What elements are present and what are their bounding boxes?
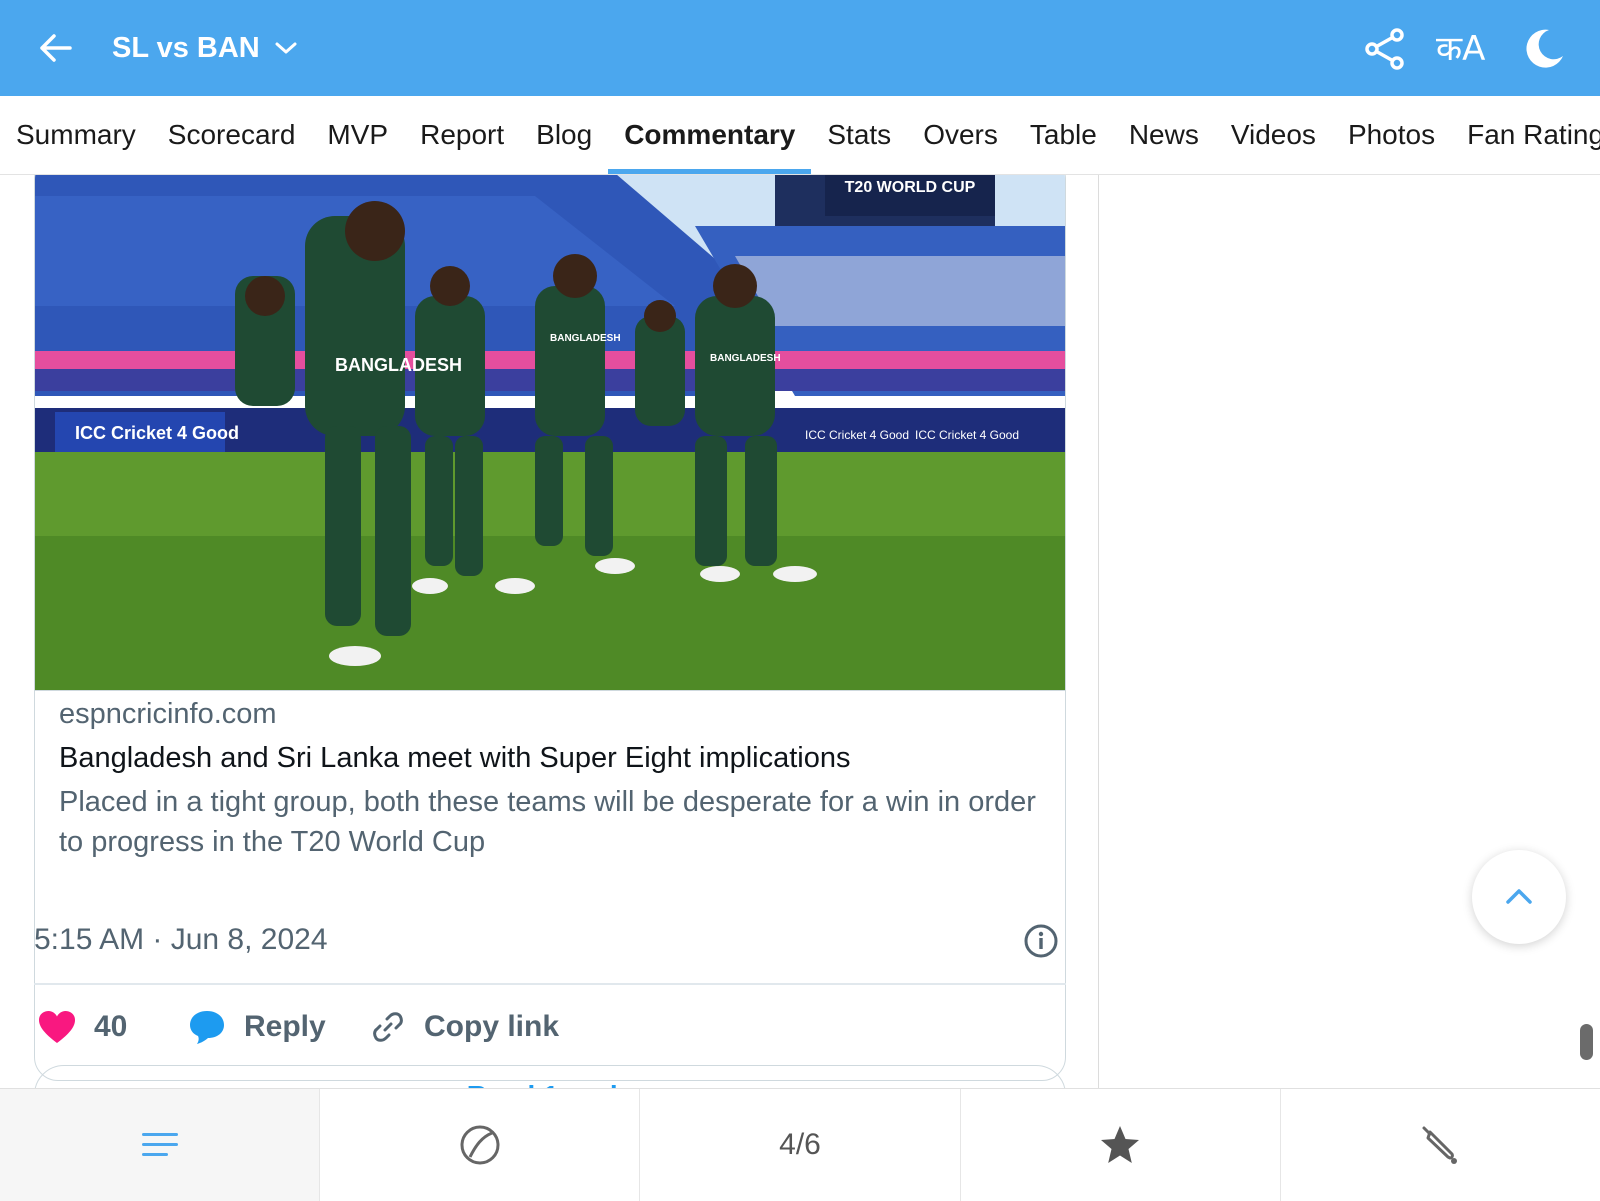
tab-row: Summary Scorecard MVP Report Blog Commen… bbox=[0, 96, 1600, 174]
like-count: 40 bbox=[94, 1010, 128, 1043]
dark-mode-moon-icon[interactable] bbox=[1520, 26, 1566, 72]
match-selector[interactable]: SL vs BAN bbox=[112, 28, 298, 68]
photo-board-text-3: ICC Cricket 4 Good bbox=[915, 428, 1019, 442]
back-arrow-icon[interactable] bbox=[36, 28, 76, 68]
scrollbar-thumb[interactable] bbox=[1580, 1024, 1593, 1060]
photo-screen-text: T20 WORLD CUP bbox=[845, 179, 976, 196]
link-description: Placed in a tight group, both these team… bbox=[59, 786, 1036, 858]
tab-blog[interactable]: Blog bbox=[520, 96, 608, 174]
photo-board-text-1: ICC Cricket 4 Good bbox=[75, 423, 239, 443]
star-icon bbox=[1101, 1126, 1140, 1163]
info-icon[interactable] bbox=[1023, 923, 1059, 959]
tab-fan-ratings[interactable]: Fan Ratings bbox=[1451, 96, 1600, 174]
tab-table[interactable]: Table bbox=[1014, 96, 1113, 174]
tab-commentary[interactable]: Commentary bbox=[608, 96, 812, 174]
heart-icon bbox=[39, 1011, 75, 1043]
bottom-nav-commentary[interactable] bbox=[0, 1089, 321, 1201]
tab-news[interactable]: News bbox=[1113, 96, 1215, 174]
jersey-text-2: BANGLADESH bbox=[550, 333, 621, 344]
reply-bubble-icon bbox=[190, 1011, 224, 1044]
divider bbox=[34, 983, 1066, 985]
chevron-up-icon bbox=[1506, 889, 1532, 904]
like-button[interactable]: 40 bbox=[38, 1005, 127, 1049]
scroll-to-top-button[interactable] bbox=[1472, 850, 1566, 944]
tab-summary[interactable]: Summary bbox=[0, 96, 152, 174]
photo-board-text-2: ICC Cricket 4 Good bbox=[805, 428, 909, 442]
link-title[interactable]: Bangladesh and Sri Lanka meet with Super… bbox=[59, 742, 851, 775]
share-icon[interactable] bbox=[1362, 26, 1408, 72]
bottom-nav-batting[interactable] bbox=[1281, 1089, 1600, 1201]
tweet-timestamp[interactable]: 5:15 AM · Jun 8, 2024 bbox=[34, 923, 328, 957]
reply-button[interactable]: Reply bbox=[188, 1005, 326, 1049]
cricket-bat-icon bbox=[1422, 1126, 1458, 1164]
tab-stats[interactable]: Stats bbox=[811, 96, 907, 174]
match-tabs: Summary Scorecard MVP Report Blog Commen… bbox=[0, 96, 1600, 175]
match-title: SL vs BAN bbox=[112, 31, 260, 64]
bottom-nav-pages[interactable]: 4/6 bbox=[640, 1089, 961, 1201]
bottom-nav-favourites[interactable] bbox=[961, 1089, 1281, 1201]
reply-label: Reply bbox=[244, 1010, 326, 1043]
link-domain: espncricinfo.com bbox=[59, 698, 277, 730]
language-icon[interactable]: कA bbox=[1436, 26, 1492, 72]
commentary-feed: T20 WORLD CUP ICC Cricket 4 Good ICC Cri… bbox=[0, 175, 1099, 1088]
copy-link-button[interactable]: Copy link bbox=[370, 1005, 559, 1049]
page-indicator: 4/6 bbox=[779, 1128, 821, 1161]
chevron-down-icon bbox=[275, 42, 297, 54]
jersey-text-3: BANGLADESH bbox=[710, 353, 781, 364]
bangladesh-team-photo: T20 WORLD CUP ICC Cricket 4 Good ICC Cri… bbox=[35, 175, 1065, 691]
tab-mvp[interactable]: MVP bbox=[311, 96, 404, 174]
ball-icon bbox=[460, 1125, 500, 1165]
link-icon bbox=[373, 1012, 403, 1042]
bottom-nav-ball[interactable] bbox=[320, 1089, 641, 1201]
jersey-text-1: BANGLADESH bbox=[335, 355, 462, 375]
tab-videos[interactable]: Videos bbox=[1215, 96, 1332, 174]
tab-photos[interactable]: Photos bbox=[1332, 96, 1451, 174]
copy-link-label: Copy link bbox=[424, 1010, 560, 1043]
top-app-bar: SL vs BAN कA bbox=[0, 0, 1600, 96]
tab-overs[interactable]: Overs bbox=[907, 96, 1014, 174]
menu-lines-icon bbox=[141, 1133, 178, 1156]
read-replies-button[interactable]: Read 1 reply bbox=[34, 1065, 1066, 1088]
bottom-nav: 4/6 bbox=[0, 1088, 1600, 1201]
tab-report[interactable]: Report bbox=[404, 96, 520, 174]
tab-scorecard[interactable]: Scorecard bbox=[152, 96, 312, 174]
